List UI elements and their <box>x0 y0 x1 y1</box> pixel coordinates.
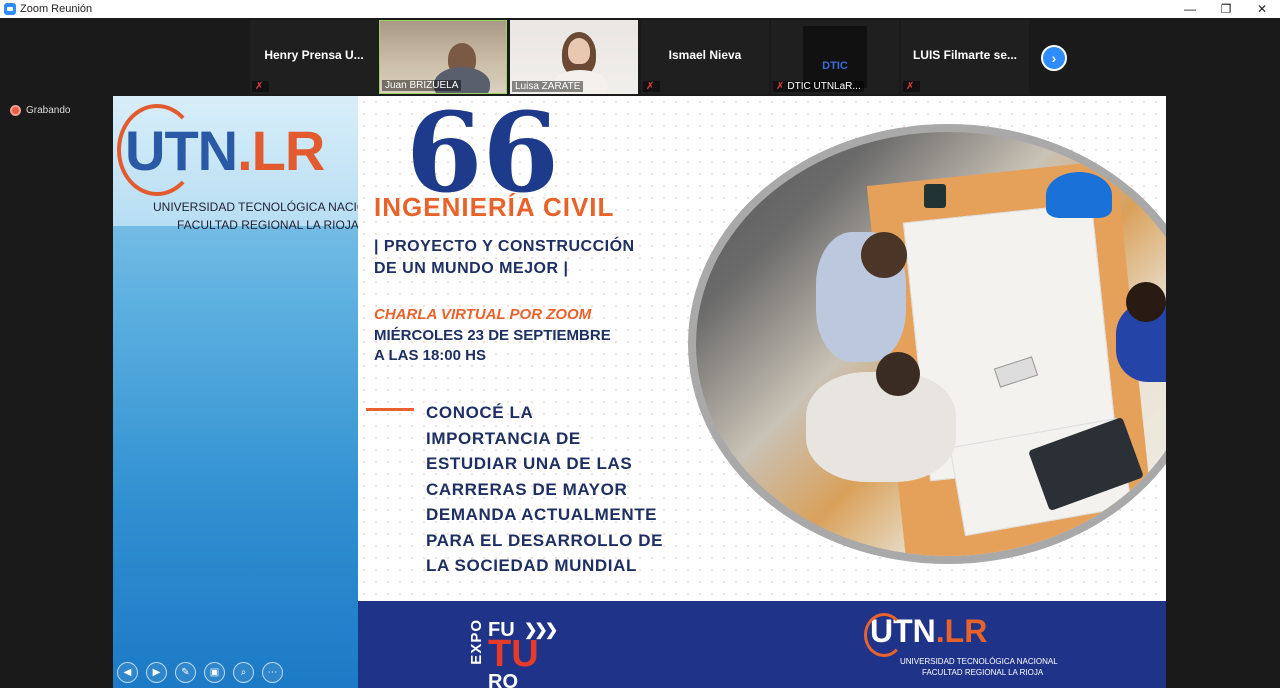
hard-hat <box>1046 172 1112 218</box>
zoom-app-icon <box>4 3 16 15</box>
dtic-logo: DTIC <box>803 26 867 88</box>
slogan: | PROYECTO Y CONSTRUCCIÓN DE UN MUNDO ME… <box>374 238 635 277</box>
participant-tile[interactable]: Henry Prensa U... ✗ <box>250 20 378 94</box>
next-participants-button[interactable]: › <box>1041 45 1067 71</box>
next-slide-icon[interactable]: ▶ <box>146 662 167 683</box>
participant-tile[interactable]: DTIC ✗ DTIC UTNLaR... <box>771 20 899 94</box>
career-title: INGENIERÍA CIVIL <box>374 192 615 222</box>
participant-name: Ismael Nieva <box>668 48 742 62</box>
accent-dash <box>366 408 414 411</box>
participant-strip: Henry Prensa U... ✗ Juan BRIZUELA Luisa … <box>0 18 1280 96</box>
recording-label: Grabando <box>26 105 71 116</box>
university-name: UNIVERSIDAD TECNOLÓGICA NACIONAL <box>153 200 390 214</box>
participant-name: LUIS Filmarte se... <box>912 48 1018 62</box>
faculty-name: FACULTAD REGIONAL LA RIOJA <box>177 218 359 232</box>
close-button[interactable]: ✕ <box>1244 0 1280 18</box>
participant-tile[interactable]: Ismael Nieva ✗ <box>641 20 769 94</box>
presentation-controls: ◀ ▶ ✎ ▣ ⌕ ⋯ <box>117 662 283 683</box>
participant-name: Henry Prensa U... <box>264 48 364 62</box>
mic-muted-icon: ✗ <box>646 81 655 92</box>
title-bar: Zoom Reunión — ❐ ✕ <box>0 0 1280 18</box>
talk-label: CHARLA VIRTUAL POR ZOOM <box>374 306 592 323</box>
record-icon <box>10 105 21 116</box>
participant-video-tile[interactable]: Juan BRIZUELA <box>379 20 507 94</box>
window-controls: — ❐ ✕ <box>1172 0 1280 18</box>
mic-muted-icon: ✗ <box>906 81 915 92</box>
participant-name: DTIC UTNLaR... <box>787 81 861 92</box>
restore-button[interactable]: ❐ <box>1208 0 1244 18</box>
shared-screen-slide: UTN.LR UNIVERSIDAD TECNOLÓGICA NACIONAL … <box>113 96 1166 688</box>
participant-name: Juan BRIZUELA <box>385 80 459 91</box>
mug <box>924 184 946 208</box>
window-title: Zoom Reunión <box>20 3 93 15</box>
participant-video-tile[interactable]: Luisa ZARATE <box>510 20 638 94</box>
utn-footer-logo: UTN.LR UNIVERSIDAD TECNOLÓGICA NACIONAL … <box>864 613 1058 677</box>
slide-footer: EXPO FU ❯❯❯ TU RO UTN.LR UNIVERSIDAD TEC… <box>358 601 1166 688</box>
utn-logo: UTN.LR <box>125 119 325 182</box>
slide-left-panel: UTN.LR UNIVERSIDAD TECNOLÓGICA NACIONAL … <box>113 96 390 688</box>
engineers-photo <box>688 124 1166 564</box>
slide-content: 66 INGENIERÍA CIVIL | PROYECTO Y CONSTRU… <box>358 96 1166 601</box>
participant-tile[interactable]: LUIS Filmarte se... ✗ <box>901 20 1029 94</box>
pen-icon[interactable]: ✎ <box>175 662 196 683</box>
minimize-button[interactable]: — <box>1172 0 1208 18</box>
participant-name: Luisa ZARATE <box>515 81 581 92</box>
event-date: MIÉRCOLES 23 DE SEPTIEMBRE A LAS 18:00 H… <box>374 327 611 364</box>
mic-muted-icon: ✗ <box>255 81 264 92</box>
previous-slide-icon[interactable]: ◀ <box>117 662 138 683</box>
more-icon[interactable]: ⋯ <box>262 662 283 683</box>
recording-indicator[interactable]: Grabando <box>10 105 70 116</box>
slides-icon[interactable]: ▣ <box>204 662 225 683</box>
zoom-icon[interactable]: ⌕ <box>233 662 254 683</box>
mic-muted-icon: ✗ <box>776 81 785 92</box>
body-text: CONOCÉ LA IMPORTANCIA DE ESTUDIAR UNA DE… <box>426 403 664 575</box>
